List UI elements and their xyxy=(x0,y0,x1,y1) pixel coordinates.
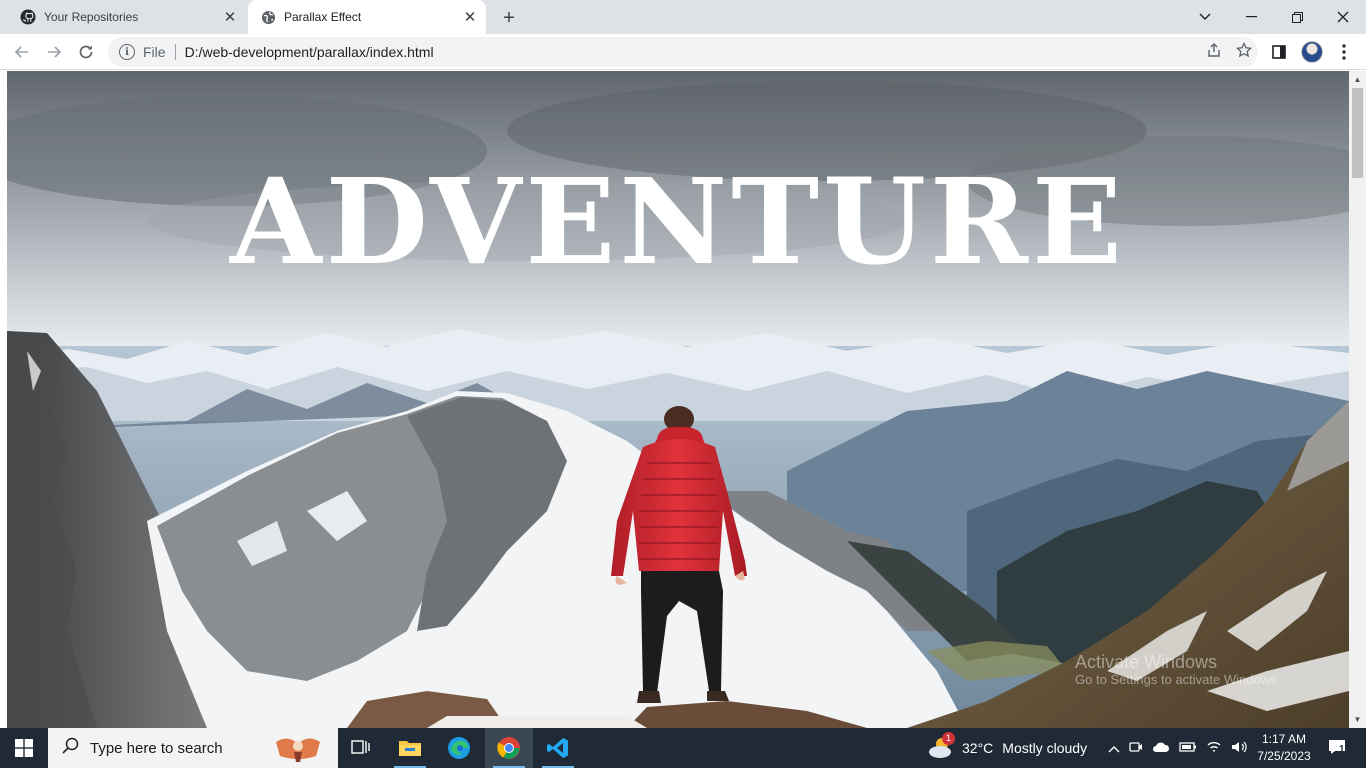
close-window-button[interactable] xyxy=(1320,0,1366,34)
chrome-browser-icon[interactable] xyxy=(485,728,533,768)
activate-windows-watermark: Activate Windows Go to Settings to activ… xyxy=(1075,652,1281,687)
battery-icon[interactable] xyxy=(1179,740,1197,756)
restore-button[interactable] xyxy=(1274,0,1320,34)
wifi-icon[interactable] xyxy=(1206,740,1222,757)
minimize-button[interactable] xyxy=(1228,0,1274,34)
clock-date: 7/25/2023 xyxy=(1257,749,1311,763)
windows-logo-icon xyxy=(15,739,33,757)
windows-start-button[interactable] xyxy=(0,728,48,768)
close-tab-icon[interactable]: ✕ xyxy=(220,7,240,27)
forward-button[interactable] xyxy=(40,38,68,66)
weather-temp: 32°C xyxy=(962,740,994,756)
meet-now-icon[interactable] xyxy=(1129,740,1143,757)
edge-browser-icon[interactable] xyxy=(435,728,483,768)
profile-avatar[interactable] xyxy=(1298,38,1326,66)
tab-parallax-effect[interactable]: Parallax Effect ✕ xyxy=(248,0,486,34)
weather-widget[interactable]: 1 32°C Mostly cloudy xyxy=(928,728,1087,768)
bookmark-star-icon[interactable] xyxy=(1235,41,1253,61)
notification-count: 1 xyxy=(1339,743,1345,755)
tab-title: Parallax Effect xyxy=(284,10,362,24)
search-highlight-icon xyxy=(268,732,328,768)
back-button[interactable] xyxy=(8,38,36,66)
reload-button[interactable] xyxy=(72,38,100,66)
github-icon xyxy=(20,9,36,25)
partly-cloudy-night-icon: 1 xyxy=(928,732,955,760)
page-viewport: ADVENTURE Activate Windows Go to Setting… xyxy=(0,71,1366,728)
search-icon xyxy=(62,737,80,760)
clock-time: 1:17 AM xyxy=(1261,732,1307,746)
scroll-up-arrow[interactable]: ▲ xyxy=(1353,75,1362,84)
tab-your-repositories[interactable]: Your Repositories ✕ xyxy=(8,0,246,34)
tab-search-icon[interactable] xyxy=(1182,0,1228,34)
side-panel-icon[interactable] xyxy=(1265,38,1293,66)
hero-section: ADVENTURE Activate Windows Go to Setting… xyxy=(7,71,1349,728)
url-text[interactable]: D:/web-development/parallax/index.html xyxy=(185,44,434,60)
task-view-icon[interactable] xyxy=(336,728,384,768)
windows-taskbar: Type here to search 1 32°C Mostly cloudy xyxy=(0,728,1366,768)
weather-condition: Mostly cloudy xyxy=(1002,740,1088,756)
taskbar-clock[interactable]: 1:17 AM 7/25/2023 xyxy=(1246,731,1322,765)
address-bar[interactable]: i File D:/web-development/parallax/index… xyxy=(108,37,1258,67)
watermark-line2: Go to Settings to activate Windows. xyxy=(1075,671,1281,687)
browser-toolbar: i File D:/web-development/parallax/index… xyxy=(0,34,1366,70)
onedrive-cloud-icon[interactable] xyxy=(1152,740,1170,757)
scheme-label: File xyxy=(143,44,166,60)
notification-center-icon[interactable]: 1 xyxy=(1322,728,1352,768)
globe-icon xyxy=(260,9,276,25)
menu-kebab-icon[interactable] xyxy=(1330,38,1358,66)
new-tab-button[interactable]: + xyxy=(498,7,520,29)
system-tray xyxy=(1108,728,1247,768)
show-hidden-icons-chevron-icon[interactable] xyxy=(1108,740,1120,756)
tab-strip: Your Repositories ✕ Parallax Effect ✕ + xyxy=(0,0,1366,34)
watermark-line1: Activate Windows xyxy=(1075,652,1218,672)
tab-title: Your Repositories xyxy=(44,10,139,24)
volume-icon[interactable] xyxy=(1231,740,1247,757)
close-tab-icon[interactable]: ✕ xyxy=(460,7,480,27)
address-divider xyxy=(174,44,176,60)
file-explorer-icon[interactable] xyxy=(386,728,434,768)
search-placeholder: Type here to search xyxy=(90,739,223,757)
hero-title: ADVENTURE xyxy=(230,152,1126,291)
weather-badge: 1 xyxy=(942,732,955,745)
share-icon[interactable] xyxy=(1206,42,1222,61)
taskbar-search-box[interactable]: Type here to search xyxy=(48,728,338,768)
page-scrollbar[interactable]: ▲ ▼ xyxy=(1349,71,1366,728)
scrollbar-thumb[interactable] xyxy=(1352,88,1363,178)
site-info-icon[interactable]: i xyxy=(119,44,135,60)
scroll-down-arrow[interactable]: ▼ xyxy=(1353,715,1362,724)
vscode-icon[interactable] xyxy=(534,728,582,768)
